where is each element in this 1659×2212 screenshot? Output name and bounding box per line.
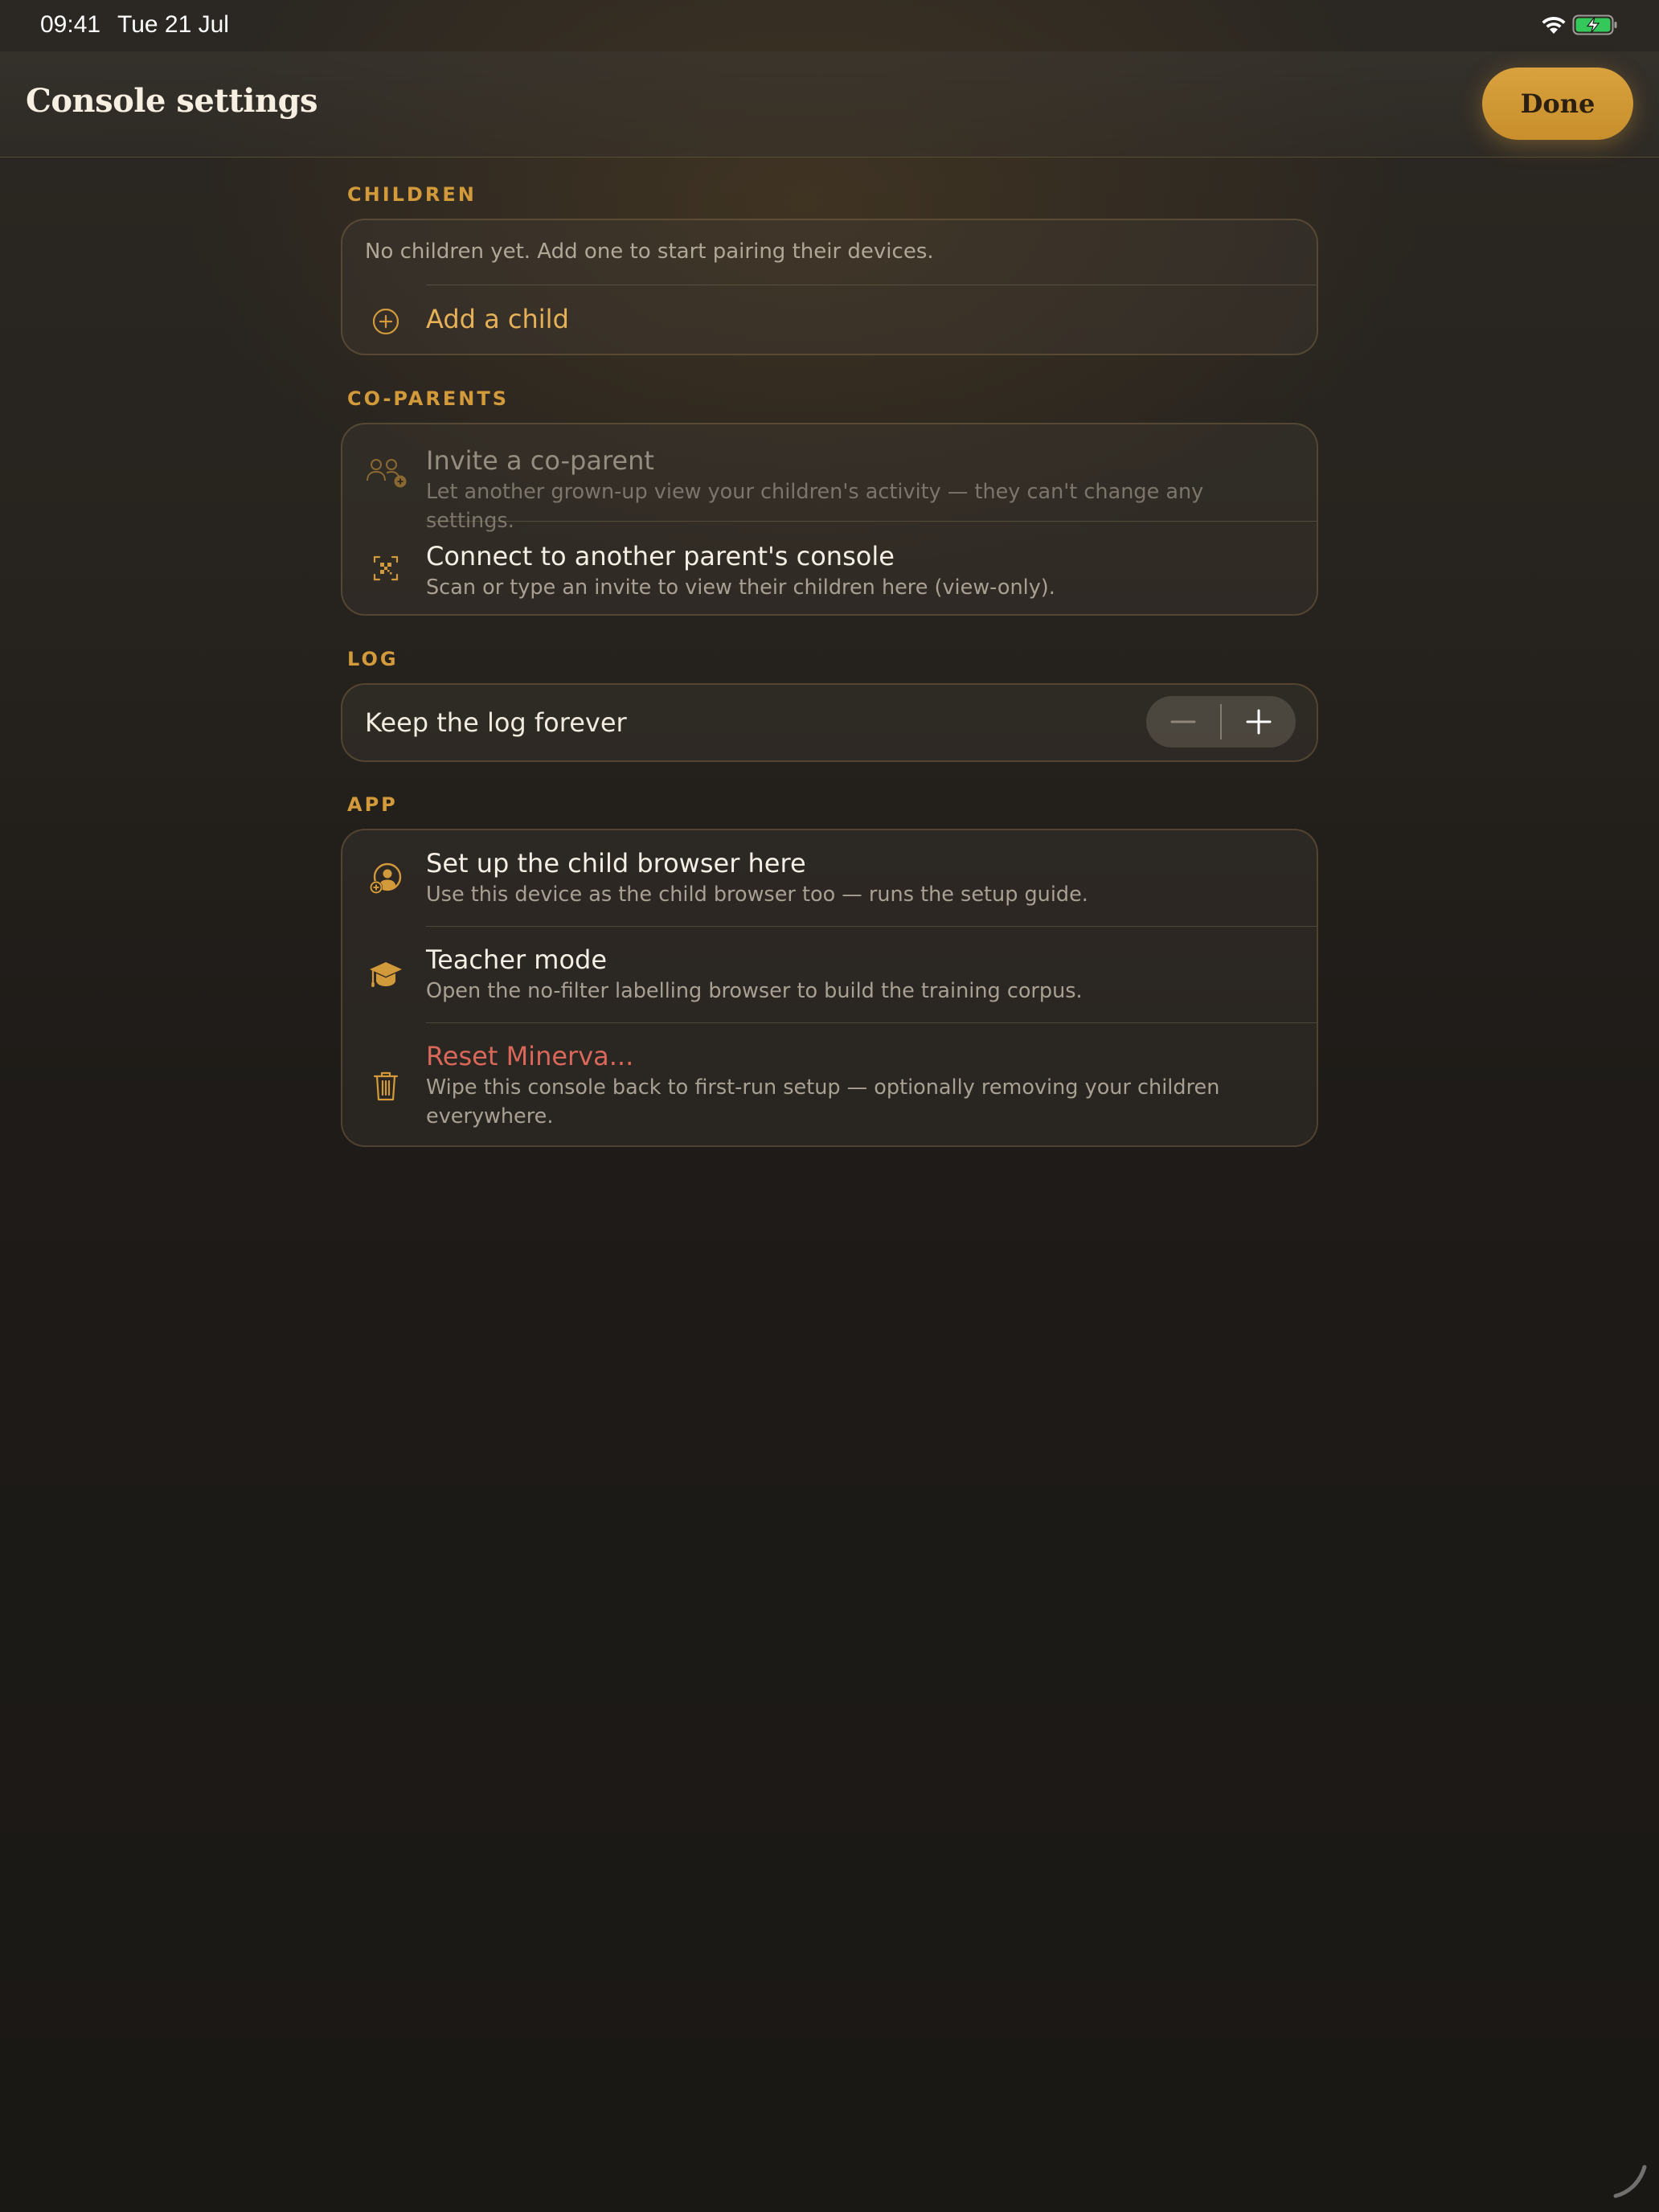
teacher-mode-title: Teacher mode (426, 944, 608, 975)
child-profile-icon (370, 862, 402, 894)
connect-console-subtitle: Scan or type an invite to view their chi… (426, 576, 1055, 600)
wifi-icon (1542, 16, 1566, 34)
coparents-group: Invite a co-parent Let another grown-up … (341, 423, 1318, 616)
section-header-children: CHILDREN (347, 183, 477, 206)
child-browser-title: Set up the child browser here (426, 848, 806, 879)
no-children-hint: No children yet. Add one to start pairin… (365, 240, 934, 264)
battery-charging-icon (1572, 14, 1617, 35)
invite-coparent-row: Invite a co-parent Let another grown-up … (342, 424, 1317, 533)
resize-indicator-icon (1613, 2165, 1647, 2198)
section-header-coparents: CO-PARENTS (347, 387, 509, 410)
reset-subtitle: Wipe this console back to first-run setu… (426, 1075, 1220, 1129)
add-child-label: Add a child (426, 304, 569, 334)
app-group: Set up the child browser here Use this d… (341, 829, 1318, 1147)
qr-scan-icon (373, 555, 399, 581)
section-header-log: LOG (347, 648, 399, 670)
status-time: 09:41 (40, 11, 101, 38)
log-retention-stepper[interactable] (1146, 696, 1296, 748)
trash-icon (373, 1071, 399, 1101)
child-browser-row[interactable]: Set up the child browser here Use this d… (342, 830, 1317, 926)
status-date: Tue 21 Jul (117, 11, 229, 38)
reset-row[interactable]: Reset Minerva... Wipe this console back … (342, 1023, 1317, 1145)
connect-console-row[interactable]: Connect to another parent's console Scan… (342, 522, 1317, 614)
log-group: Keep the log forever (341, 683, 1318, 762)
done-button[interactable]: Done (1482, 68, 1633, 140)
person-add-icon (367, 459, 407, 488)
invite-coparent-title: Invite a co-parent (426, 445, 654, 476)
plus-circle-icon (372, 308, 399, 335)
add-child-row[interactable]: Add a child (342, 286, 1317, 354)
reset-title: Reset Minerva... (426, 1041, 634, 1071)
minus-button[interactable] (1146, 696, 1220, 748)
navigation-bar: Console settings Done (0, 51, 1659, 158)
status-bar: 09:41 Tue 21 Jul (0, 0, 1659, 51)
child-browser-subtitle: Use this device as the child browser too… (426, 883, 1088, 907)
teacher-mode-row[interactable]: Teacher mode Open the no-filter labellin… (342, 927, 1317, 1022)
section-header-app: APP (347, 793, 398, 816)
log-retention-label: Keep the log forever (365, 707, 627, 738)
connect-console-title: Connect to another parent's console (426, 541, 895, 571)
teacher-mode-subtitle: Open the no-filter labelling browser to … (426, 979, 1083, 1003)
graduation-cap-icon (370, 962, 402, 987)
plus-button[interactable] (1222, 696, 1296, 748)
page-title: Console settings (26, 82, 318, 120)
children-group: No children yet. Add one to start pairin… (341, 219, 1318, 355)
